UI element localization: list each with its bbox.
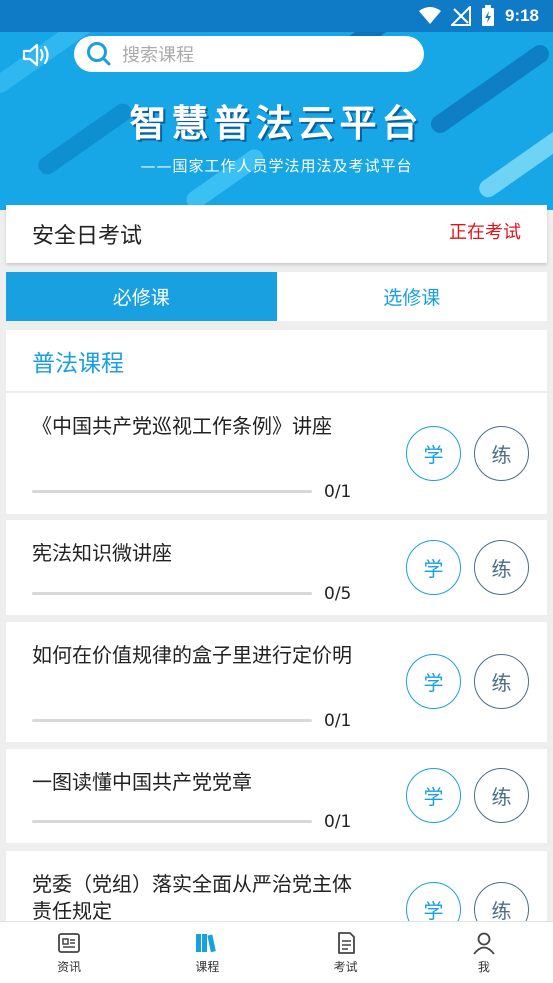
practice-button[interactable]: 练 (474, 540, 529, 595)
course-name: 如何在价值规律的盒子里进行定价明 (32, 643, 352, 667)
tab-required[interactable]: 必修课 (6, 272, 277, 321)
nav-label: 资讯 (57, 959, 82, 974)
nav-courses[interactable]: 课程 (138, 922, 276, 983)
exam-status[interactable]: 正在考试 (449, 218, 521, 244)
status-time: 9:18 (504, 6, 539, 25)
no-signal-icon (450, 6, 471, 26)
course-name: 一图读懂中国共产党党章 (32, 770, 252, 794)
progress-count: 0/5 (324, 584, 352, 604)
course-tabs: 必修课 选修课 (6, 272, 547, 321)
battery-icon (481, 5, 494, 26)
progress-bar (32, 592, 312, 595)
study-button[interactable]: 学 (406, 540, 461, 595)
wifi-icon (418, 7, 441, 24)
study-button[interactable]: 学 (406, 426, 461, 481)
profile-icon (473, 932, 495, 955)
course-name: 《中国共产党巡视工作条例》讲座 (32, 414, 332, 438)
courses-icon (196, 933, 217, 952)
study-button[interactable]: 学 (406, 654, 461, 709)
progress-count: 0/1 (324, 482, 352, 502)
progress-bar (32, 719, 312, 722)
speaker-icon[interactable] (22, 41, 52, 69)
exam-title: 安全日考试 (32, 224, 143, 249)
course-name: 党委（党组）落实全面从严治党主体责任规定 (32, 872, 352, 923)
progress-bar (32, 820, 312, 823)
nav-exam[interactable]: 考试 (277, 922, 415, 983)
practice-button[interactable]: 练 (474, 426, 529, 481)
banner-title: 智慧普法云平台 (129, 102, 424, 145)
nav-label: 考试 (333, 959, 358, 974)
banner-subtitle: ——国家工作人员学法用法及考试平台 (140, 157, 413, 175)
bottom-nav: 资讯 课程 考试 我 (0, 921, 553, 983)
progress-count: 0/1 (324, 711, 352, 731)
nav-profile[interactable]: 我 (415, 922, 553, 983)
search-icon (87, 42, 111, 66)
progress-count: 0/1 (324, 812, 352, 832)
practice-button[interactable]: 练 (474, 654, 529, 709)
nav-news[interactable]: 资讯 (0, 922, 138, 983)
exam-card[interactable]: 安全日考试 正在考试 (6, 205, 547, 263)
list-item[interactable]: 一图读懂中国共产党党章 0/1 学 练 (6, 749, 547, 843)
practice-button[interactable]: 练 (474, 768, 529, 823)
tab-elective[interactable]: 选修课 (276, 272, 547, 321)
course-section: 普法课程 (6, 330, 547, 392)
list-item[interactable]: 《中国共产党巡视工作条例》讲座 0/1 学 练 (6, 393, 547, 514)
search-input[interactable]: 搜索课程 (74, 36, 424, 72)
progress-bar (32, 490, 312, 493)
status-bar: 9:18 (0, 0, 553, 32)
nav-label: 我 (477, 959, 490, 974)
course-name: 宪法知识微讲座 (32, 541, 172, 565)
list-item[interactable]: 宪法知识微讲座 0/5 学 练 (6, 520, 547, 615)
news-icon (58, 932, 81, 953)
study-button[interactable]: 学 (406, 768, 461, 823)
nav-label: 课程 (195, 959, 220, 974)
search-placeholder: 搜索课程 (122, 45, 194, 66)
section-title: 普法课程 (6, 330, 547, 392)
exam-icon (337, 931, 355, 954)
list-item[interactable]: 如何在价值规律的盒子里进行定价明 0/1 学 练 (6, 622, 547, 742)
